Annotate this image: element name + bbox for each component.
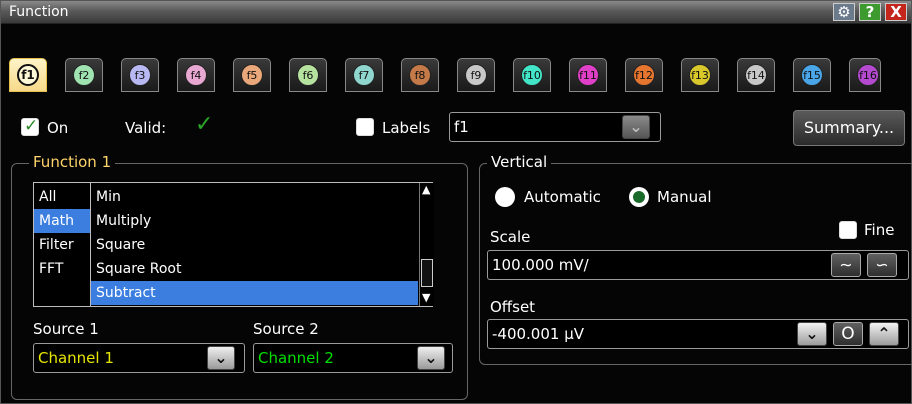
automatic-label: Automatic	[524, 188, 601, 206]
tab-f7[interactable]: f7	[345, 58, 383, 92]
tab-f5[interactable]: f5	[233, 58, 271, 92]
offset-decrement-chevron-down-icon[interactable]: ⌄	[797, 322, 827, 346]
tab-label: f14	[745, 64, 767, 86]
tab-label: f10	[521, 64, 543, 86]
tab-f16[interactable]: f16	[849, 58, 881, 92]
title-bar[interactable]: Function ⚙ ? X	[1, 1, 911, 24]
on-checkbox[interactable]	[21, 116, 39, 136]
tab-f11[interactable]: f11	[569, 58, 607, 92]
source1-chevron-icon[interactable]: ⌄	[207, 346, 235, 370]
scroll-up-arrow-icon[interactable]: ▲	[422, 183, 430, 196]
tab-label: f8	[409, 64, 431, 86]
tab-label: f6	[297, 64, 319, 86]
category-list[interactable]: All Math Filter FFT	[33, 182, 91, 307]
offset-value: -400.001 µV	[492, 325, 585, 343]
tab-label: f3	[129, 64, 151, 86]
operator-list-scrollbar[interactable]: ▲ ▼	[419, 183, 434, 306]
summary-button[interactable]: Summary...	[793, 110, 905, 146]
tab-f14[interactable]: f14	[737, 58, 775, 92]
scrollbar-thumb[interactable]	[421, 259, 433, 287]
scroll-down-arrow-icon[interactable]: ▼	[422, 291, 430, 304]
category-item[interactable]: Math	[34, 209, 90, 233]
labels-label: Labels	[382, 119, 431, 137]
manual-label: Manual	[657, 188, 712, 206]
tab-label: f7	[353, 64, 375, 86]
valid-label: Valid:	[125, 119, 167, 137]
category-item[interactable]: FFT	[34, 257, 90, 281]
tab-f9[interactable]: f9	[457, 58, 495, 92]
on-label: On	[47, 119, 69, 137]
operator-item[interactable]: Square Root	[91, 257, 418, 281]
tab-f2[interactable]: f2	[65, 58, 103, 92]
tab-label: f13	[689, 64, 711, 86]
tab-f6[interactable]: f6	[289, 58, 327, 92]
tab-label: f12	[633, 64, 655, 86]
source2-value: Channel 2	[258, 349, 334, 367]
source2-chevron-icon[interactable]: ⌄	[417, 346, 445, 370]
operator-item[interactable]: Square	[91, 233, 418, 257]
tab-label: f11	[577, 64, 599, 86]
scale-knob-right-wave-icon[interactable]: ∽	[867, 253, 897, 277]
category-item[interactable]: All	[34, 185, 90, 209]
operator-item[interactable]: Multiply	[91, 209, 418, 233]
source1-value: Channel 1	[38, 349, 114, 367]
fine-label: Fine	[864, 221, 895, 239]
labels-checkbox[interactable]	[356, 118, 374, 136]
source2-label: Source 2	[253, 320, 319, 338]
tab-f13[interactable]: f13	[681, 58, 719, 92]
manual-radio[interactable]	[629, 187, 649, 207]
tab-label: f5	[241, 64, 263, 86]
scale-label: Scale	[490, 228, 531, 246]
tab-f15[interactable]: f15	[793, 58, 831, 92]
help-button[interactable]: ?	[859, 3, 881, 21]
function-group-legend: Function 1	[29, 153, 116, 171]
tab-f8[interactable]: f8	[401, 58, 439, 92]
labels-value: f1	[454, 118, 469, 136]
tab-label: f15	[801, 64, 823, 86]
tab-label: f4	[185, 64, 207, 86]
settings-gear-icon[interactable]: ⚙	[833, 3, 855, 21]
window-title: Function	[9, 4, 69, 20]
tab-f10[interactable]: f10	[513, 58, 551, 92]
offset-zero-button[interactable]: O	[833, 322, 863, 346]
vertical-group-legend: Vertical	[487, 153, 552, 171]
tab-label: f1	[17, 64, 39, 86]
labels-dropdown-chevron-icon[interactable]: ⌄	[622, 115, 650, 139]
scale-knob-left-wave-icon[interactable]: ∼	[831, 253, 861, 277]
operator-item[interactable]: Subtract	[91, 281, 418, 305]
close-button[interactable]: X	[885, 3, 907, 21]
operator-list[interactable]: Subtract Square Root Square Multiply Min ▲ ▼	[90, 182, 434, 307]
tab-label: f9	[465, 64, 487, 86]
tab-label: f2	[73, 64, 95, 86]
scale-value: 100.000 mV/	[492, 256, 589, 274]
automatic-radio[interactable]	[495, 187, 515, 207]
tab-f12[interactable]: f12	[625, 58, 663, 92]
tab-f1[interactable]: f1	[9, 58, 47, 92]
offset-label: Offset	[490, 298, 536, 316]
function-dialog: Function ⚙ ? X f1 f2 f3 f4 f5 f6 f7 f8 f9 f10 f11 f…	[0, 0, 912, 404]
source1-label: Source 1	[33, 320, 99, 338]
operator-item[interactable]: Min	[91, 185, 418, 209]
tab-f4[interactable]: f4	[177, 58, 215, 92]
tab-f3[interactable]: f3	[121, 58, 159, 92]
category-item[interactable]: Filter	[34, 233, 90, 257]
tab-label: f16	[857, 64, 879, 86]
valid-check-icon: ✓	[195, 112, 214, 137]
offset-increment-chevron-up-icon[interactable]: ⌃	[869, 322, 899, 346]
fine-checkbox[interactable]	[839, 221, 857, 239]
